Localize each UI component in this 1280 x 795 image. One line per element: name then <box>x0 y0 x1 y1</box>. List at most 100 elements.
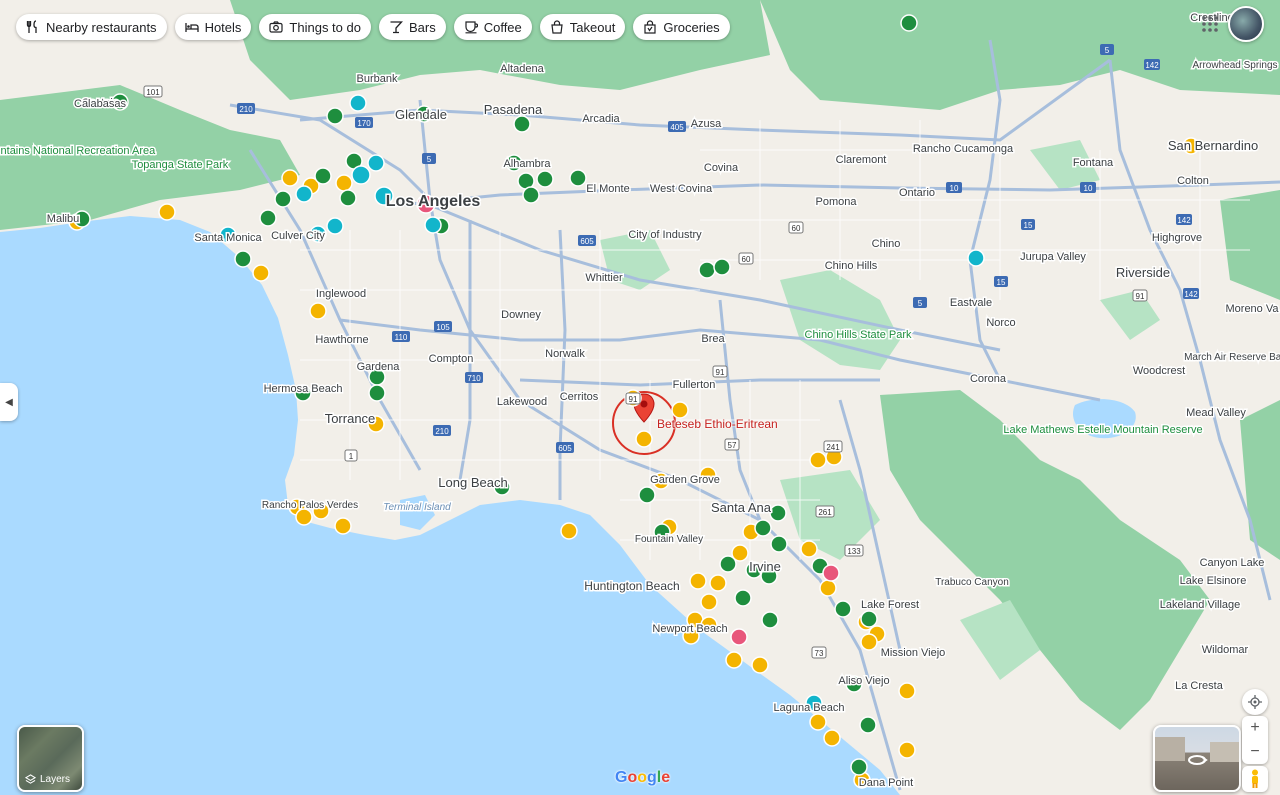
star-marker <box>295 508 313 526</box>
route-shield: 60 <box>788 221 804 234</box>
selected-place-label[interactable]: Beteseb Ethio-Eritrean <box>657 417 778 431</box>
flag-marker <box>713 258 731 276</box>
star-marker <box>334 517 352 535</box>
star-marker <box>281 169 299 187</box>
flag-marker <box>638 486 656 504</box>
flag-marker <box>314 167 332 185</box>
city-label: Colton <box>1177 175 1209 187</box>
pegman-icon <box>1252 769 1258 788</box>
city-label: Santa Monica <box>194 232 262 244</box>
city-label: Chino Hills <box>825 260 878 272</box>
route-shield: 5 <box>913 297 927 308</box>
street-view-thumbnail[interactable] <box>1153 725 1241 792</box>
chip-groceries[interactable]: Groceries <box>633 14 730 40</box>
svg-text:15: 15 <box>1024 221 1033 230</box>
city-label: Hawthorne <box>315 334 368 346</box>
chip-things-to-do[interactable]: Things to do <box>259 14 371 40</box>
svg-text:60: 60 <box>742 255 751 264</box>
svg-text:5: 5 <box>1105 46 1110 55</box>
park-label: Lake Mathews Estelle Mountain Reserve <box>1003 424 1202 436</box>
cocktail-icon <box>390 21 403 34</box>
grocery-bag-icon <box>644 20 656 34</box>
svg-text:210: 210 <box>435 427 449 436</box>
camera-marker <box>295 185 313 203</box>
city-label: Culver City <box>271 230 325 242</box>
coffee-cup-icon <box>465 21 478 34</box>
star-marker <box>898 682 916 700</box>
svg-text:133: 133 <box>847 547 861 556</box>
star-marker <box>700 593 718 611</box>
side-panel-toggle[interactable]: ◀ <box>0 383 18 421</box>
apps-grid-icon[interactable] <box>1200 14 1220 34</box>
star-marker <box>671 401 689 419</box>
flag-marker <box>569 169 587 187</box>
city-label: Woodcrest <box>1133 365 1185 377</box>
route-shield: 57 <box>724 438 740 451</box>
camera-marker <box>967 249 985 267</box>
flag-marker <box>234 250 252 268</box>
chip-bars[interactable]: Bars <box>378 14 446 40</box>
chip-hotels[interactable]: Hotels <box>174 14 252 40</box>
city-label: Jurupa Valley <box>1020 251 1086 263</box>
camera-marker <box>424 216 442 234</box>
svg-text:110: 110 <box>395 333 408 342</box>
star-marker <box>335 174 353 192</box>
city-label: Hermosa Beach <box>264 383 343 395</box>
layers-button[interactable]: Layers <box>17 725 84 792</box>
city-label: Burbank <box>357 73 398 85</box>
city-label: El Monte <box>586 183 629 195</box>
account-avatar[interactable] <box>1228 6 1264 42</box>
city-label: San Bernardino <box>1168 138 1258 153</box>
flag-marker <box>754 519 772 537</box>
camera-marker <box>326 217 344 235</box>
svg-text:142: 142 <box>1184 290 1198 299</box>
star-marker <box>635 430 653 448</box>
route-shield: 133 <box>844 544 864 557</box>
layers-icon <box>25 774 36 784</box>
city-label: Gardena <box>357 361 401 373</box>
camera-marker <box>349 94 367 112</box>
chip-label: Takeout <box>569 19 616 35</box>
route-shield: 10 <box>1080 182 1096 193</box>
city-label: Covina <box>704 162 739 174</box>
city-label: Calabasas <box>74 98 126 110</box>
flag-marker <box>698 261 716 279</box>
pegman-button[interactable] <box>1242 766 1268 792</box>
chip-label: Nearby restaurants <box>46 19 157 35</box>
city-label: Long Beach <box>438 475 507 490</box>
city-label: Fountain Valley <box>635 534 703 545</box>
chip-label: Coffee <box>483 19 522 35</box>
route-shield: 101 <box>143 85 163 98</box>
city-label: Arrowhead Springs <box>1192 60 1277 71</box>
city-label: Dana Point <box>859 777 913 789</box>
svg-text:10: 10 <box>950 184 959 193</box>
google-logo: Google <box>615 769 671 786</box>
flag-marker <box>770 535 788 553</box>
map-canvas[interactable]: Castaic Crestline Arrowhead Springs Alta… <box>0 0 1280 795</box>
route-shield: 1 <box>344 449 358 462</box>
camera-icon <box>269 21 284 33</box>
city-label: Riverside <box>1116 265 1170 280</box>
svg-text:261: 261 <box>818 508 832 517</box>
city-label: Glendale <box>395 107 447 122</box>
route-shield: 91 <box>625 392 641 405</box>
city-label: Malibu <box>47 213 79 225</box>
route-shield: 73 <box>811 646 827 659</box>
city-label: Newport Beach <box>652 623 727 635</box>
city-label: Rancho Palos Verdes <box>262 500 358 511</box>
my-location-button[interactable] <box>1242 689 1268 715</box>
zoom-in-button[interactable]: + <box>1242 716 1268 740</box>
star-marker <box>823 729 841 747</box>
zoom-out-button[interactable]: − <box>1242 740 1268 764</box>
star-marker <box>252 264 270 282</box>
flag-marker <box>522 186 540 204</box>
city-label: Ontario <box>899 187 935 199</box>
city-label: Fullerton <box>673 379 716 391</box>
chip-takeout[interactable]: Takeout <box>539 14 626 40</box>
chip-coffee[interactable]: Coffee <box>453 14 532 40</box>
svg-text:241: 241 <box>826 443 840 452</box>
svg-text:405: 405 <box>670 123 684 132</box>
svg-text:10: 10 <box>1084 184 1093 193</box>
star-marker <box>560 522 578 540</box>
chip-nearby-restaurants[interactable]: Nearby restaurants <box>16 14 167 40</box>
